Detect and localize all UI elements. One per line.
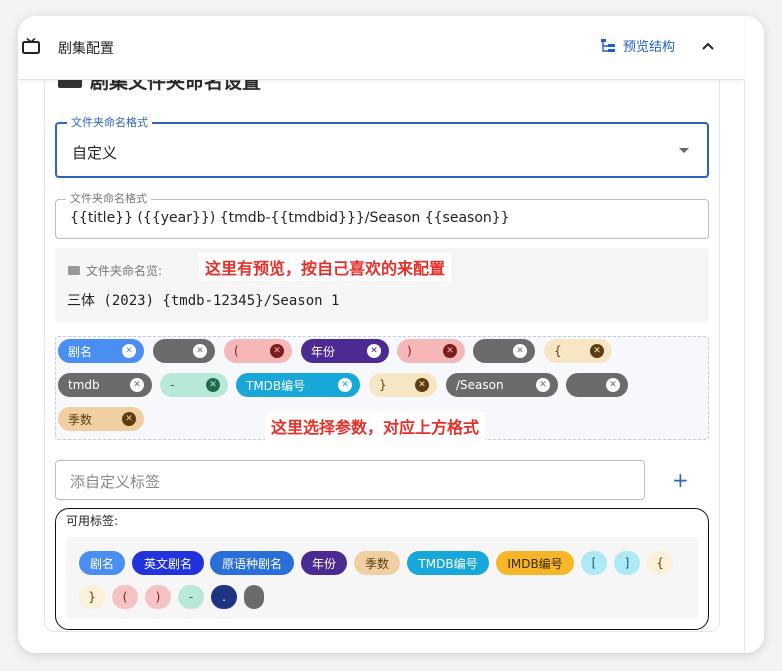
close-icon[interactable]: ✕ [338,378,352,392]
close-icon[interactable]: ✕ [513,344,527,358]
available-tag[interactable]: 年份 [301,551,347,575]
format-template-label: 文件夹命名格式 [66,192,151,206]
close-icon[interactable]: ✕ [193,344,207,358]
tree-structure-icon [601,38,615,52]
params-annotation: 这里选择参数，对应上方格式 [265,412,486,440]
param-chip[interactable]: } ✕ [369,373,437,397]
param-chip[interactable]: tmdb ✕ [58,373,152,397]
param-chip[interactable]: /Season ✕ [446,373,558,397]
param-chip[interactable]: {✕ [544,339,612,363]
available-tag[interactable]: [ [581,551,607,575]
close-icon[interactable]: ✕ [270,344,284,358]
available-tag[interactable]: ] [614,551,640,575]
format-select-value: 自定义 [72,144,118,162]
param-chip[interactable]: ✕ [153,339,215,363]
close-icon[interactable]: ✕ [130,378,144,392]
format-select-label: 文件夹命名格式 [67,116,152,130]
preview-label-text: 文件夹命名览: [86,264,163,278]
preview-annotation: 这里有预览，按自己喜欢的来配置 [199,253,452,281]
format-template-input[interactable]: 文件夹命名格式 {{title}} ({{year}}) {tmdb-{{tmd… [55,192,709,239]
param-chip[interactable]: TMDB编号 ✕ [236,373,360,397]
add-tag-button[interactable]: + [672,468,689,492]
custom-tag-input[interactable]: 添自定义标签 [55,460,645,500]
folder-icon [68,266,80,275]
available-tag[interactable] [244,585,264,609]
close-icon[interactable]: ✕ [367,344,381,358]
available-tag[interactable]: IMDB编号 [496,551,574,575]
close-icon[interactable]: ✕ [415,378,429,392]
available-tags-list: 剧名 英文剧名 原语种剧名 年份 季数 TMDB编号 IMDB编号 [ ] { … [66,537,698,619]
param-chip[interactable]: - ✕ [160,373,228,397]
preview-value: 三体 (2023) {tmdb-12345}/Season 1 [67,293,340,309]
close-icon[interactable]: ✕ [606,378,620,392]
available-tag[interactable]: 季数 [354,551,400,575]
available-tag[interactable]: 剧名 [79,551,125,575]
available-tags-label: 可用标签: [66,514,119,528]
panel-header[interactable]: 剧集配置 预览结构 [18,16,744,80]
available-tag[interactable]: 英文剧名 [132,551,204,575]
tv-icon [22,38,40,54]
close-icon[interactable]: ✕ [590,344,604,358]
format-template-value[interactable]: {{title}} ({{year}}) {tmdb-{{tmdbid}}}/S… [70,210,510,226]
available-tag[interactable]: { [647,551,673,575]
dropdown-caret-icon[interactable] [679,148,689,153]
config-panel: 剧集配置 预览结构 剧集文件夹命名设置 文件夹命名格式 自定义 文件夹命名格式 … [18,16,764,653]
close-icon[interactable]: ✕ [206,378,220,392]
available-tag[interactable]: TMDB编号 [407,551,489,575]
available-tag[interactable]: ( [112,585,138,609]
preview-label: 文件夹命名览: [68,262,162,279]
format-select[interactable]: 文件夹命名格式 自定义 [55,116,709,178]
param-chip[interactable]: 季数 ✕ [58,407,144,431]
available-tag[interactable]: ) [145,585,171,609]
close-icon[interactable]: ✕ [122,412,136,426]
available-tag[interactable]: } [79,585,105,609]
close-icon[interactable]: ✕ [536,378,550,392]
scroll-area [744,80,764,653]
custom-tag-placeholder: 添自定义标签 [70,473,161,491]
param-chip[interactable]: 剧名 ✕ [58,339,144,363]
preview-structure-button[interactable]: 预览结构 [601,36,675,55]
param-chip[interactable]: (✕ [224,339,292,363]
param-chip[interactable]: 年份 ✕ [301,339,389,363]
param-chip[interactable]: ) ✕ [397,339,465,363]
preview-structure-label: 预览结构 [623,40,676,55]
panel-title: 剧集配置 [58,41,114,57]
available-tag[interactable]: 原语种剧名 [210,551,294,575]
param-chip[interactable]: ✕ [473,339,535,363]
available-tag[interactable]: - [178,585,204,609]
available-tags-panel: 可用标签: 剧名 英文剧名 原语种剧名 年份 季数 TMDB编号 IMDB编号 … [55,508,709,630]
available-tag[interactable]: . [211,585,237,609]
chevron-up-icon[interactable] [700,38,716,54]
close-icon[interactable]: ✕ [443,344,457,358]
close-icon[interactable]: ✕ [122,344,136,358]
param-chip[interactable]: ✕ [566,373,628,397]
